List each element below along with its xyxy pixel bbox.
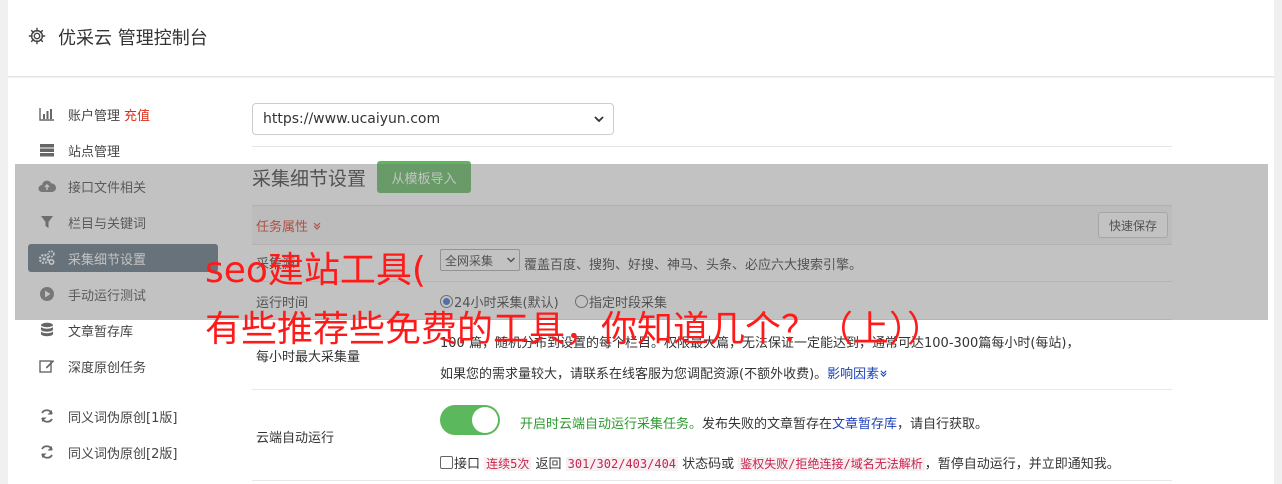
sidebar-item-deep-original[interactable]: 深度原创任务 — [28, 352, 218, 380]
sidebar-item-label: 账户管理 — [68, 108, 121, 124]
sidebar-item-article-store[interactable]: 文章暂存库 — [28, 316, 218, 344]
sidebar-item-label: 文章暂存库 — [68, 324, 134, 340]
recharge-link[interactable]: 充值 — [124, 105, 150, 124]
page-title: 优采云 管理控制台 — [58, 28, 208, 49]
sidebar-item-label: 同义词伪原创[2版] — [68, 446, 178, 462]
sidebar-item-synonym-v1[interactable]: 同义词伪原创[1版] — [28, 402, 218, 430]
sidebar-item-label: 同义词伪原创[1版] — [68, 410, 178, 426]
refresh-icon — [38, 408, 56, 424]
site-select[interactable]: https://www.ucaiyun.com — [252, 103, 614, 135]
cloud-auto-run-label: 云端自动运行 — [256, 431, 335, 446]
site-select-value: https://www.ucaiyun.com — [263, 111, 441, 127]
sidebar-item-synonym-v2[interactable]: 同义词伪原创[2版] — [28, 438, 218, 466]
article-store-link[interactable]: 文章暂存库 — [832, 417, 897, 432]
refresh-icon — [38, 444, 56, 460]
chevron-down-icon — [594, 116, 604, 123]
database-icon — [38, 322, 56, 338]
overlay-headline-line2: 有些推荐些免费的工具，你知道几个？（上）） — [205, 309, 944, 350]
sidebar-item-label: 深度原创任务 — [68, 360, 147, 376]
bar-chart-icon — [38, 106, 56, 122]
edit-icon — [38, 358, 56, 374]
interface-checkbox[interactable] — [440, 456, 453, 469]
double-chevron-down-icon — [880, 370, 887, 377]
interface-pause-option[interactable]: 接口 连续5次 返回 301/302/403/404 状态码或 鉴权失败/拒绝连… — [440, 453, 1120, 472]
sidebar-item-sites[interactable]: 站点管理 — [28, 136, 218, 164]
server-icon — [38, 142, 56, 158]
cloud-auto-run-description: 开启时云端自动运行采集任务。发布失败的文章暂存在文章暂存库，请自行获取。 — [520, 417, 989, 432]
sidebar-item-account[interactable]: 账户管理 充值 — [28, 100, 218, 128]
max-per-hour-line2: 如果您的需求量较大，请联系在线客服为您调配资源(不额外收费)。影响因素 — [440, 363, 888, 382]
cloud-auto-run-toggle[interactable] — [440, 405, 500, 435]
page-scrollbar[interactable] — [1274, 0, 1282, 484]
top-header: 优采云 管理控制台 — [8, 0, 1280, 77]
ad-overlay — [15, 164, 1268, 320]
influence-factors-link[interactable]: 影响因素 — [827, 367, 888, 382]
gear-icon — [28, 27, 46, 45]
sidebar-item-label: 站点管理 — [68, 144, 121, 160]
overlay-headline-line1: seo建站工具( — [205, 250, 426, 291]
